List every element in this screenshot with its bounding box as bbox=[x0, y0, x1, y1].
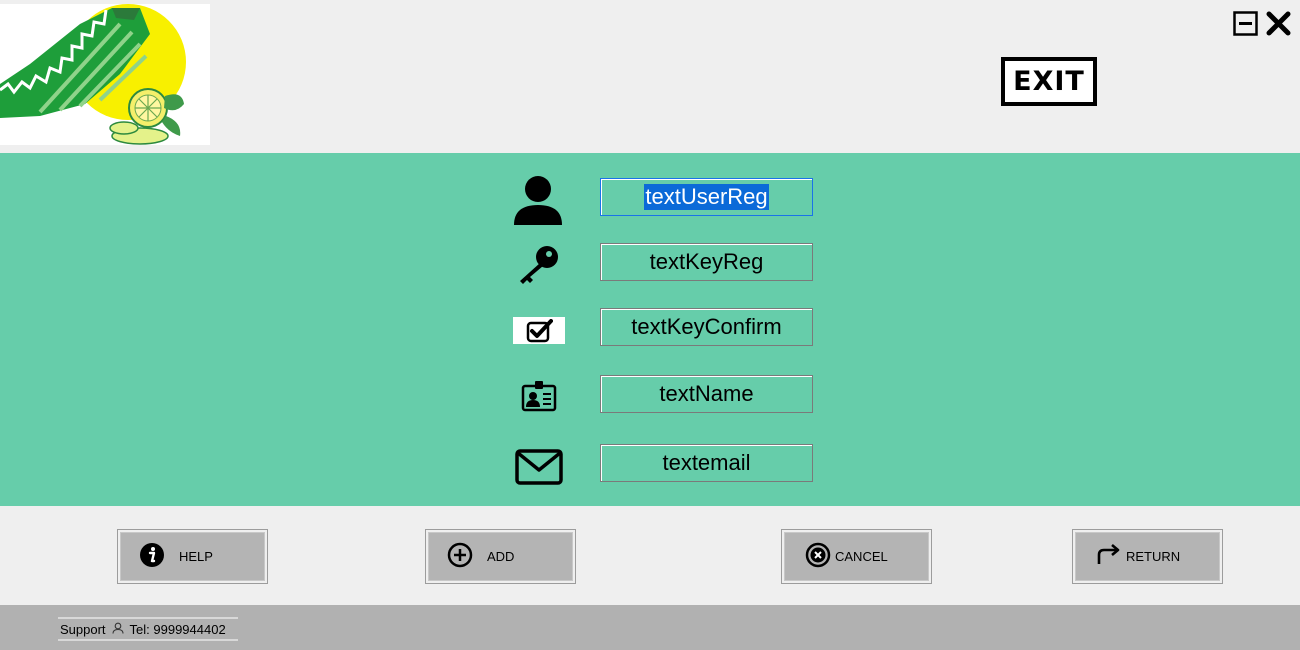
envelope-icon bbox=[514, 448, 564, 486]
return-label: RETURN bbox=[1126, 549, 1181, 564]
id-card-icon bbox=[521, 380, 557, 412]
support-label: Support bbox=[60, 621, 106, 637]
help-label: HELP bbox=[179, 549, 213, 564]
minimize-icon[interactable] bbox=[1233, 11, 1258, 36]
plus-circle-icon bbox=[447, 542, 473, 571]
return-arrow-icon bbox=[1096, 542, 1122, 571]
exit-label: EXIT bbox=[1013, 66, 1085, 97]
exit-button[interactable]: EXIT bbox=[1001, 57, 1097, 106]
support-phone: Tel: 9999944402 bbox=[129, 621, 226, 637]
key-icon bbox=[517, 245, 561, 285]
info-icon bbox=[139, 542, 165, 571]
email-input[interactable]: textemail bbox=[600, 444, 813, 482]
cancel-button[interactable]: CANCEL bbox=[781, 529, 932, 584]
key-confirm-input[interactable]: textKeyConfirm bbox=[600, 308, 813, 346]
username-input[interactable]: textUserReg bbox=[600, 178, 813, 216]
cancel-label: CANCEL bbox=[835, 549, 888, 564]
close-icon[interactable] bbox=[1266, 11, 1291, 36]
user-icon bbox=[512, 175, 564, 225]
window-controls bbox=[1233, 11, 1291, 36]
return-button[interactable]: RETURN bbox=[1072, 529, 1223, 584]
key-input[interactable]: textKeyReg bbox=[600, 243, 813, 281]
person-icon bbox=[111, 622, 124, 637]
checkbox-icon bbox=[513, 317, 565, 344]
x-circle-icon bbox=[805, 542, 831, 571]
registration-window: EXIT textUserReg textKeyReg textKeyConfi… bbox=[0, 0, 1300, 650]
support-info: Support Tel: 9999944402 bbox=[58, 617, 238, 641]
add-button[interactable]: ADD bbox=[425, 529, 576, 584]
help-button[interactable]: HELP bbox=[117, 529, 268, 584]
add-label: ADD bbox=[487, 549, 515, 564]
lemon-logo-icon bbox=[0, 4, 210, 145]
name-input[interactable]: textName bbox=[600, 375, 813, 413]
